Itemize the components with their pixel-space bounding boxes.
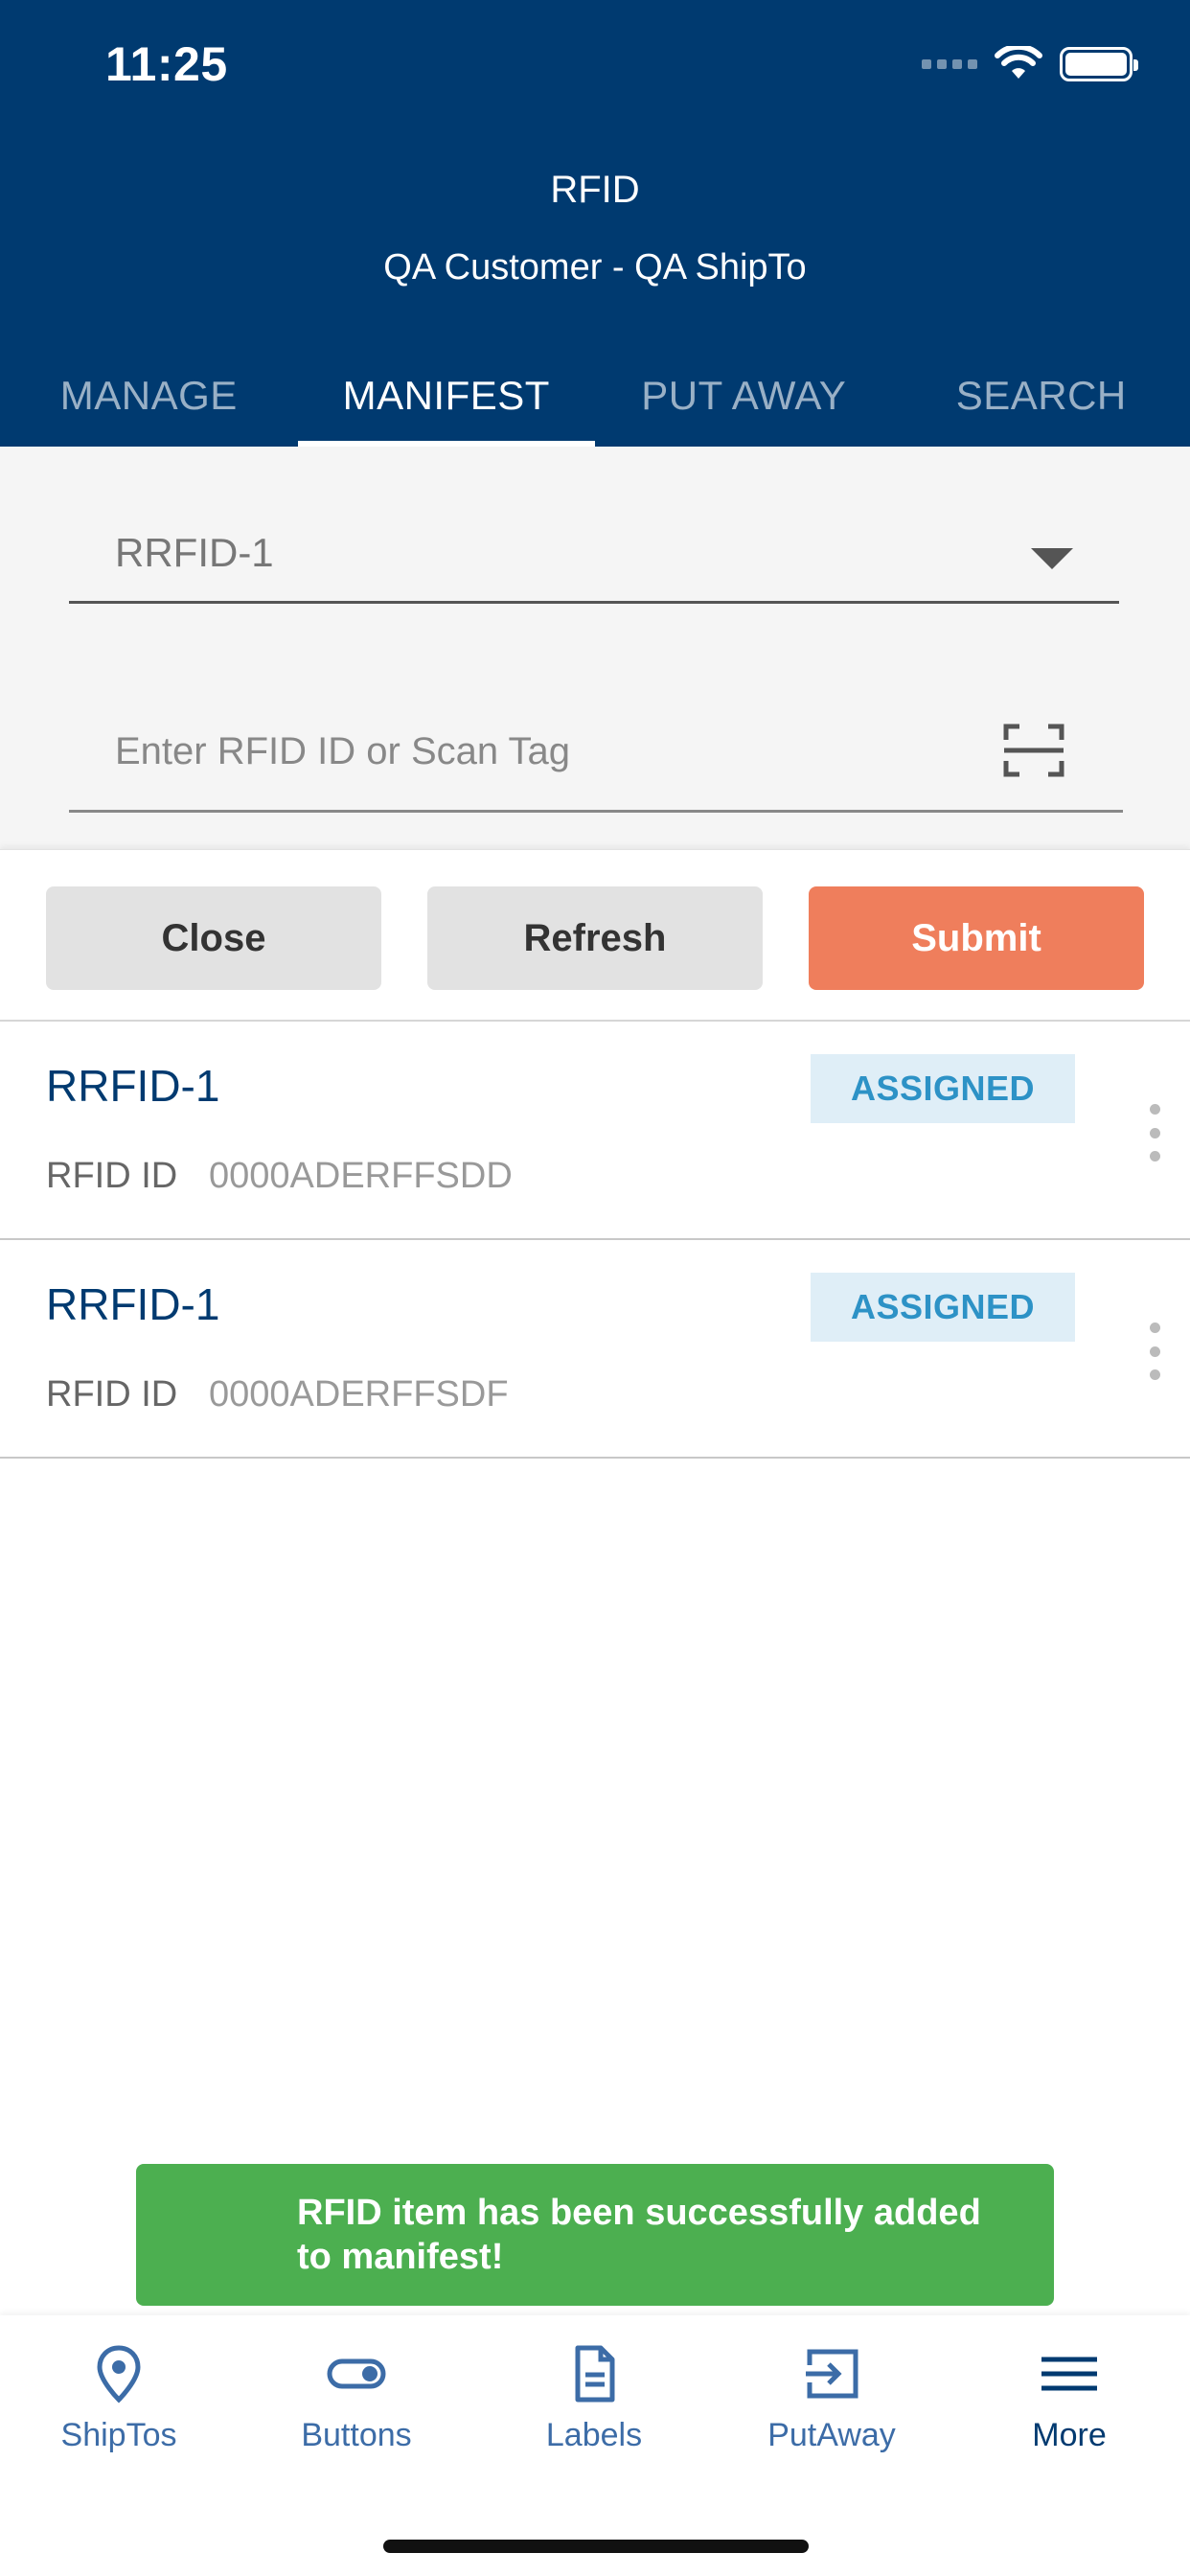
nav-label: More — [1032, 2417, 1107, 2453]
nav-item-putaway[interactable]: PutAway — [713, 2344, 950, 2469]
cellular-signal-icon — [922, 59, 977, 69]
manifest-list: RRFID-1 ASSIGNED RFID ID 0000ADERFFSDD R… — [0, 1022, 1190, 1459]
home-indicator — [383, 2540, 809, 2553]
bottom-nav: ShipTos Buttons Labels PutAway More — [0, 2315, 1190, 2576]
map-pin-icon — [97, 2345, 141, 2404]
status-icons — [922, 46, 1138, 82]
page-title: RFID — [550, 169, 640, 211]
nav-label: Labels — [545, 2417, 643, 2453]
submit-button[interactable]: Submit — [809, 886, 1144, 990]
list-item[interactable]: RRFID-1 ASSIGNED RFID ID 0000ADERFFSDD — [0, 1022, 1190, 1240]
page-subtitle: QA Customer - QA ShipTo — [383, 247, 807, 288]
nav-label: Buttons — [301, 2417, 412, 2453]
item-id-value: 0000ADERFFSDD — [209, 1156, 513, 1196]
more-vertical-icon[interactable] — [1148, 1322, 1161, 1380]
tab-manage[interactable]: MANAGE — [0, 345, 298, 447]
nav-item-buttons[interactable]: Buttons — [238, 2344, 475, 2469]
status-badge: ASSIGNED — [811, 1054, 1075, 1123]
manifest-form: RRFID-1 — [0, 447, 1190, 849]
menu-icon — [1041, 2357, 1097, 2391]
rfid-group-select[interactable]: RRFID-1 — [69, 504, 1119, 604]
item-title: RRFID-1 — [46, 1061, 220, 1111]
rfid-input[interactable] — [115, 723, 977, 780]
item-id-value: 0000ADERFFSDF — [209, 1374, 509, 1414]
nav-item-shiptos[interactable]: ShipTos — [0, 2344, 238, 2469]
item-id-label: RFID ID — [46, 1374, 178, 1414]
status-time: 11:25 — [105, 37, 228, 91]
status-badge: ASSIGNED — [811, 1273, 1075, 1342]
tab-manifest[interactable]: MANIFEST — [297, 345, 596, 447]
rfid-input-field — [69, 694, 1123, 813]
nav-label: ShipTos — [60, 2417, 177, 2453]
nav-item-more[interactable]: More — [950, 2344, 1188, 2469]
caret-down-icon — [1031, 548, 1073, 569]
item-id-label: RFID ID — [46, 1156, 178, 1196]
success-toast: RFID item has been successfully added to… — [136, 2164, 1054, 2306]
toggle-icon — [327, 2358, 386, 2389]
app-header: 11:25 RFID QA Customer - QA ShipTo MANAG… — [0, 0, 1190, 447]
list-item[interactable]: RRFID-1 ASSIGNED RFID ID 0000ADERFFSDF — [0, 1240, 1190, 1459]
battery-icon — [1060, 47, 1138, 81]
scan-tag-icon[interactable] — [1002, 723, 1065, 778]
document-icon — [575, 2345, 615, 2403]
action-bar: Close Refresh Submit — [0, 849, 1190, 1022]
nav-label: PutAway — [767, 2417, 896, 2453]
put-away-icon — [806, 2349, 858, 2399]
refresh-button[interactable]: Refresh — [427, 886, 763, 990]
nav-item-labels[interactable]: Labels — [475, 2344, 713, 2469]
wifi-icon — [995, 46, 1042, 79]
tab-put-away[interactable]: PUT AWAY — [595, 345, 893, 447]
tab-search[interactable]: SEARCH — [893, 345, 1190, 447]
close-button[interactable]: Close — [46, 886, 381, 990]
item-title: RRFID-1 — [46, 1279, 220, 1329]
more-vertical-icon[interactable] — [1148, 1104, 1161, 1162]
tab-bar: MANAGE MANIFEST PUT AWAY SEARCH — [0, 345, 1190, 447]
select-value: RRFID-1 — [115, 529, 274, 575]
